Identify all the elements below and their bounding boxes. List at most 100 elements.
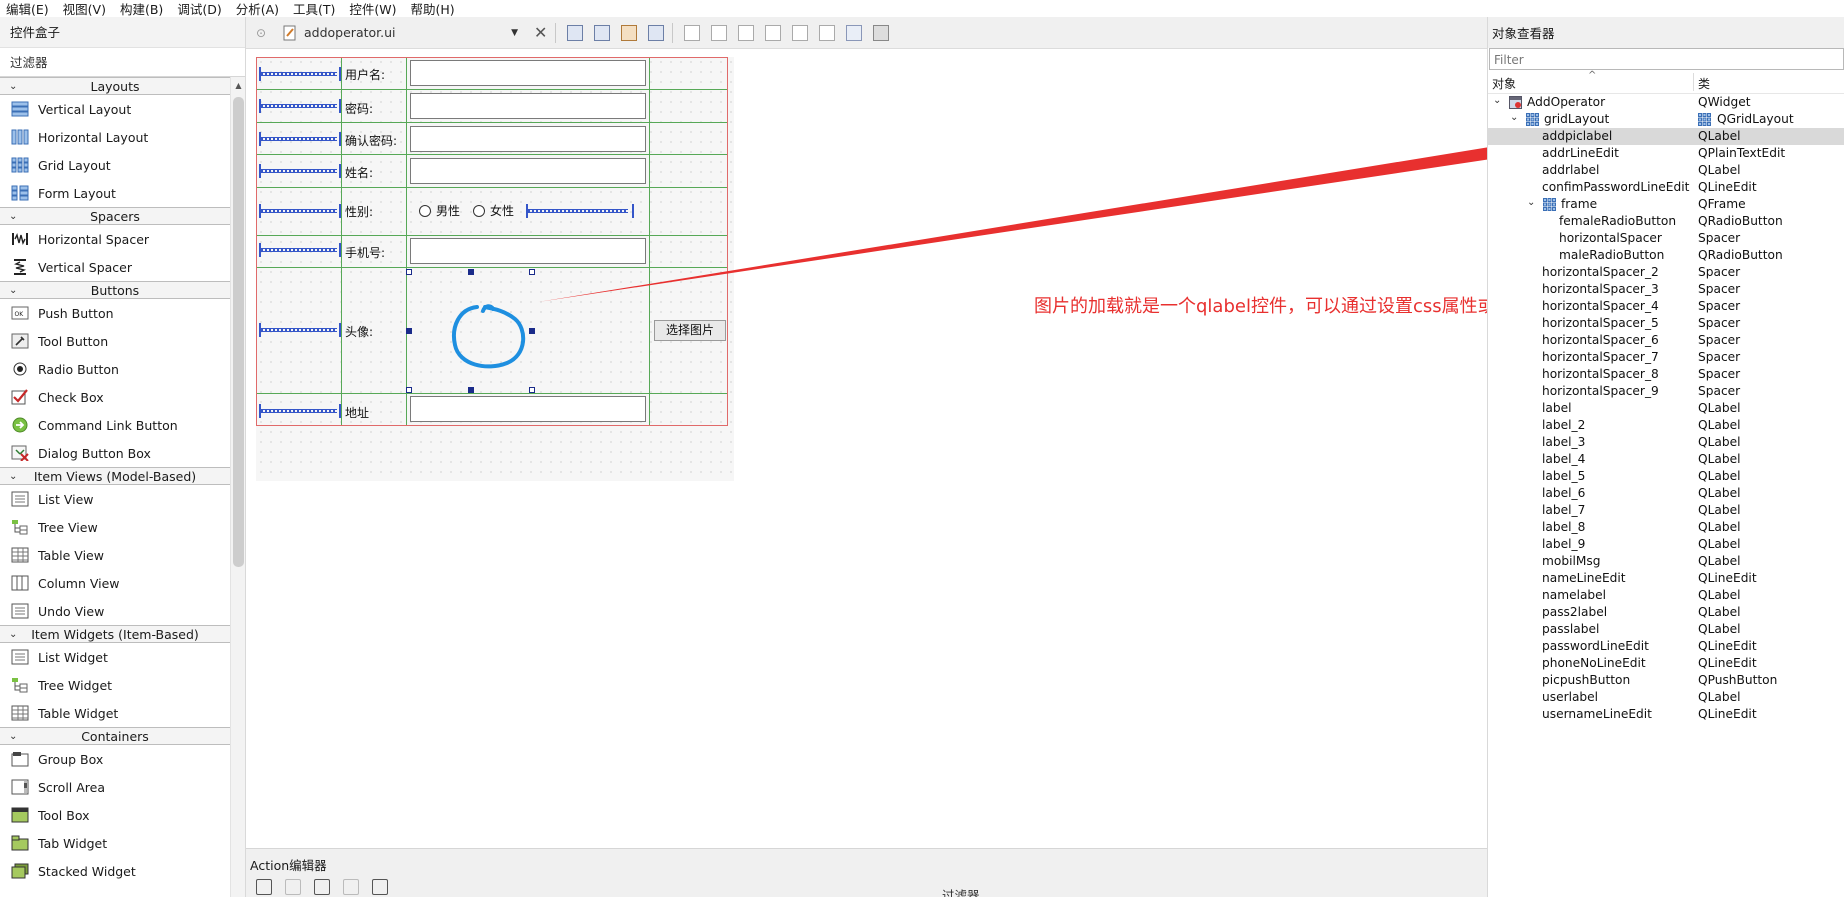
confirm-password-input[interactable]: [410, 126, 646, 152]
menu-item[interactable]: 构建(B): [120, 0, 171, 18]
gender-label[interactable]: 性别:: [345, 203, 373, 220]
object-row[interactable]: ⌄ AddOperator QWidget: [1488, 94, 1844, 111]
lay-out-horizontally-icon[interactable]: [684, 24, 701, 41]
object-row[interactable]: picpushButton QPushButton: [1488, 672, 1844, 689]
name-input[interactable]: [410, 158, 646, 184]
object-row[interactable]: horizontalSpacer_8 Spacer: [1488, 366, 1844, 383]
chevron-down-icon[interactable]: ⌄: [1510, 109, 1518, 126]
object-row[interactable]: label_3 QLabel: [1488, 434, 1844, 451]
category-header[interactable]: ⌄ Spacers: [0, 207, 230, 225]
widget-box-scrollbar[interactable]: ▲: [230, 77, 245, 897]
object-row[interactable]: addpiclabel QLabel: [1488, 128, 1844, 145]
object-row[interactable]: addrlabel QLabel: [1488, 162, 1844, 179]
widget-item[interactable]: Dialog Button Box: [0, 439, 230, 467]
address-input[interactable]: [410, 396, 646, 422]
object-row[interactable]: passwordLineEdit QLineEdit: [1488, 638, 1844, 655]
category-header[interactable]: ⌄ Containers: [0, 727, 230, 745]
widget-item[interactable]: Tree Widget: [0, 671, 230, 699]
widget-item[interactable]: Vertical Layout: [0, 95, 230, 123]
object-row[interactable]: passlabel QLabel: [1488, 621, 1844, 638]
horizontal-spacer[interactable]: [259, 404, 341, 418]
chevron-down-icon[interactable]: ⌄: [9, 468, 17, 486]
widget-item[interactable]: Horizontal Layout: [0, 123, 230, 151]
widget-item[interactable]: Command Link Button: [0, 411, 230, 439]
edit-buddies-icon[interactable]: [621, 24, 638, 41]
horizontal-spacer[interactable]: [259, 67, 341, 81]
edit-signals-slots-icon[interactable]: [594, 24, 611, 41]
new-action-icon[interactable]: [256, 879, 272, 895]
object-row[interactable]: femaleRadioButton QRadioButton: [1488, 213, 1844, 230]
paste-action-icon[interactable]: [314, 879, 330, 895]
object-row[interactable]: horizontalSpacer_7 Spacer: [1488, 349, 1844, 366]
object-row[interactable]: confimPasswordLineEdit QLineEdit: [1488, 179, 1844, 196]
break-layout-icon[interactable]: [846, 24, 863, 41]
category-header[interactable]: ⌄ Layouts: [0, 77, 230, 95]
selection-handle[interactable]: [406, 269, 412, 275]
widget-item[interactable]: Vertical Spacer: [0, 253, 230, 281]
chevron-down-icon[interactable]: ⌄: [9, 728, 17, 746]
widget-item[interactable]: Form Layout: [0, 179, 230, 207]
scroll-up-arrow-icon[interactable]: ▲: [233, 81, 244, 91]
object-row[interactable]: namelabel QLabel: [1488, 587, 1844, 604]
object-row[interactable]: horizontalSpacer_3 Spacer: [1488, 281, 1844, 298]
phone-input[interactable]: [410, 238, 646, 264]
widget-item[interactable]: Check Box: [0, 383, 230, 411]
chevron-down-icon[interactable]: ⌄: [9, 78, 17, 96]
chevron-down-icon[interactable]: ⌄: [1527, 194, 1535, 211]
widget-item[interactable]: Column View: [0, 569, 230, 597]
object-filter-input[interactable]: Filter: [1489, 48, 1844, 70]
widget-item[interactable]: OK Push Button: [0, 299, 230, 327]
widget-item[interactable]: Group Box: [0, 745, 230, 773]
selection-handle[interactable]: [529, 387, 535, 393]
menu-item[interactable]: 控件(W): [349, 0, 404, 18]
horizontal-spacer[interactable]: [259, 132, 341, 146]
close-icon[interactable]: ✕: [534, 23, 547, 42]
address-label[interactable]: 地址: [345, 404, 369, 421]
selection-handle[interactable]: [468, 269, 474, 275]
scrollbar-thumb[interactable]: [233, 97, 244, 567]
menu-item[interactable]: 编辑(E): [6, 0, 57, 18]
object-row[interactable]: horizontalSpacer_9 Spacer: [1488, 383, 1844, 400]
name-label[interactable]: 姓名:: [345, 164, 373, 181]
menu-item[interactable]: 工具(T): [293, 0, 343, 18]
object-row[interactable]: horizontalSpacer_2 Spacer: [1488, 264, 1844, 281]
vertical-splitter-icon[interactable]: [765, 24, 782, 41]
copy-action-icon[interactable]: [285, 879, 301, 895]
widget-item[interactable]: Grid Layout: [0, 151, 230, 179]
widget-item[interactable]: Table View: [0, 541, 230, 569]
object-row[interactable]: usernameLineEdit QLineEdit: [1488, 706, 1844, 723]
widget-item[interactable]: Tree View: [0, 513, 230, 541]
object-row[interactable]: ⌄ frame QFrame: [1488, 196, 1844, 213]
lay-out-vertically-icon[interactable]: [711, 24, 728, 41]
grid-layout-icon[interactable]: [819, 24, 836, 41]
object-row[interactable]: label_7 QLabel: [1488, 502, 1844, 519]
menu-item[interactable]: 视图(V): [63, 0, 114, 18]
object-row[interactable]: phoneNoLineEdit QLineEdit: [1488, 655, 1844, 672]
menu-item[interactable]: 分析(A): [236, 0, 287, 18]
horizontal-splitter-icon[interactable]: [738, 24, 755, 41]
widget-item[interactable]: Scroll Area: [0, 773, 230, 801]
category-header[interactable]: ⌄ Item Views (Model-Based): [0, 467, 230, 485]
adjust-size-icon[interactable]: [873, 24, 890, 41]
phone-label[interactable]: 手机号:: [345, 244, 385, 261]
form-canvas[interactable]: 用户名: 密码: 确认密码: 姓名: 性别: 男性 女性 手机号: 头像: 选择…: [256, 57, 734, 481]
object-row[interactable]: label QLabel: [1488, 400, 1844, 417]
widget-item[interactable]: Tool Box: [0, 801, 230, 829]
gender-horizontal-spacer[interactable]: [526, 204, 634, 218]
edit-tab-order-icon[interactable]: [648, 24, 665, 41]
edit-widgets-icon[interactable]: [567, 24, 584, 41]
action-filter[interactable]: 过滤器: [942, 885, 980, 897]
avatar-label[interactable]: 头像:: [345, 323, 373, 340]
widget-item[interactable]: List View: [0, 485, 230, 513]
confirm-password-label[interactable]: 确认密码:: [345, 132, 397, 149]
widget-box-filter[interactable]: 过滤器: [0, 48, 245, 77]
widget-item[interactable]: Tab Widget: [0, 829, 230, 857]
object-row[interactable]: userlabel QLabel: [1488, 689, 1844, 706]
selection-handle[interactable]: [529, 269, 535, 275]
username-label[interactable]: 用户名:: [345, 66, 385, 83]
object-row[interactable]: label_9 QLabel: [1488, 536, 1844, 553]
password-label[interactable]: 密码:: [345, 100, 373, 117]
menu-item[interactable]: 帮助(H): [411, 0, 463, 18]
object-row[interactable]: label_5 QLabel: [1488, 468, 1844, 485]
selection-handle[interactable]: [406, 328, 412, 334]
